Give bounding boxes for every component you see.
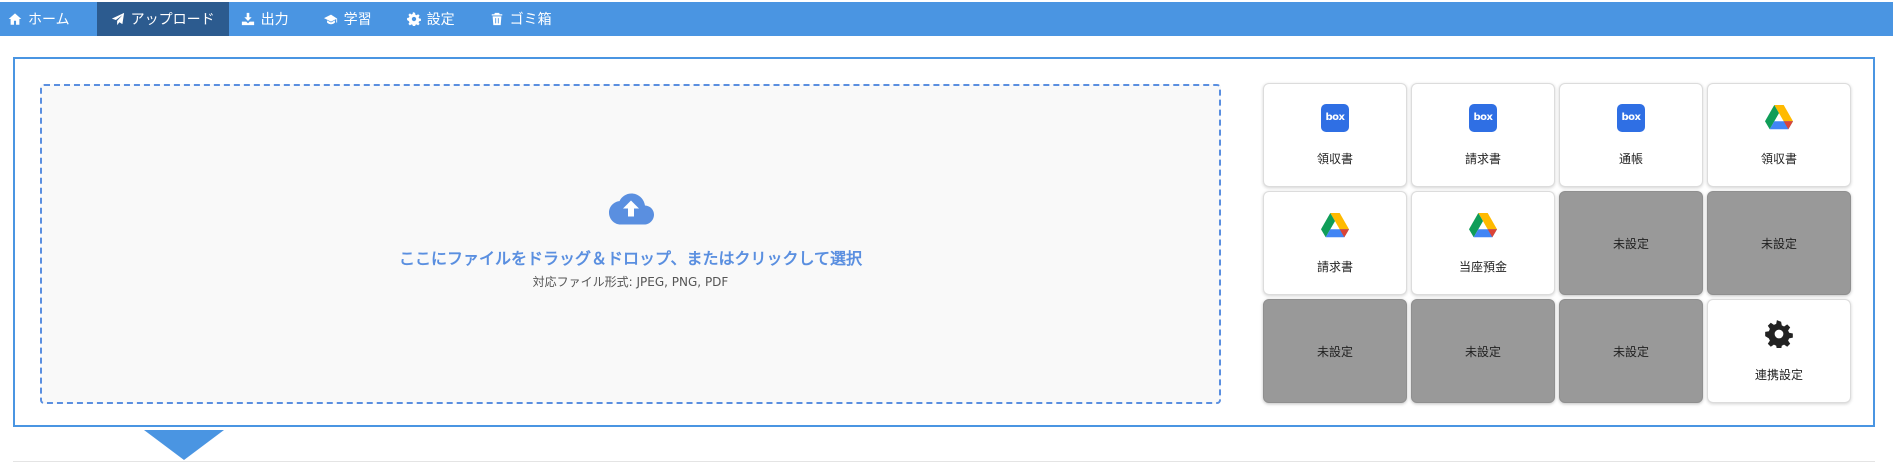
nav-output-label: 出力 <box>260 12 289 28</box>
destination-tile-grid: box 領収書 box 請求書 box 通帳 領収書 請求書 当座預金 未設定 … <box>1263 83 1857 403</box>
box-icon: box <box>1617 103 1645 132</box>
google-drive-icon <box>1321 213 1349 238</box>
dropzone-formats-text: 対応ファイル形式: JPEG, PNG, PDF <box>532 274 729 289</box>
send-icon <box>111 12 124 26</box>
tile-unset[interactable]: 未設定 <box>1263 299 1407 403</box>
nav-upload-label: アップロード <box>130 12 215 28</box>
nav-home[interactable]: ホーム <box>0 2 83 36</box>
tile-integration-settings[interactable]: 連携設定 <box>1707 299 1851 403</box>
top-nav-bar: ホーム アップロード 出力 学習 設定 ゴミ箱 <box>0 2 1893 36</box>
box-icon: box <box>1469 103 1497 132</box>
tile-gdrive-invoice[interactable]: 請求書 <box>1263 191 1407 295</box>
tile-box-invoice[interactable]: box 請求書 <box>1411 83 1555 187</box>
cloud-upload-icon <box>608 193 654 224</box>
dropzone-main-text: ここにファイルをドラッグ＆ドロップ、またはクリックして選択 <box>398 248 863 268</box>
tile-label: 請求書 <box>1464 151 1501 166</box>
google-drive-icon <box>1469 213 1497 238</box>
gear-icon <box>1765 319 1793 348</box>
tile-label: 領収書 <box>1316 151 1353 166</box>
tile-label: 通帳 <box>1618 151 1643 166</box>
divider <box>13 461 1875 462</box>
trash-icon <box>491 12 502 26</box>
tile-label: 未設定 <box>1612 344 1649 359</box>
nav-trash[interactable]: ゴミ箱 <box>482 2 565 36</box>
graduation-cap-icon <box>323 14 337 25</box>
next-step-arrow-icon <box>144 430 224 460</box>
file-dropzone[interactable]: ここにファイルをドラッグ＆ドロップ、またはクリックして選択 対応ファイル形式: … <box>40 84 1221 404</box>
tile-label: 領収書 <box>1760 151 1797 166</box>
nav-home-label: ホーム <box>28 12 70 28</box>
tile-box-passbook[interactable]: box 通帳 <box>1559 83 1703 187</box>
tile-label: 連携設定 <box>1754 367 1803 382</box>
tile-label: 請求書 <box>1316 259 1353 274</box>
nav-settings[interactable]: 設定 <box>399 2 468 36</box>
tile-label: 未設定 <box>1464 344 1501 359</box>
tile-label: 当座預金 <box>1458 259 1507 274</box>
nav-learning-label: 学習 <box>343 12 372 28</box>
nav-trash-label: ゴミ箱 <box>509 12 552 28</box>
nav-learning[interactable]: 学習 <box>316 2 385 36</box>
google-drive-icon <box>1765 105 1793 130</box>
home-icon <box>8 13 22 25</box>
tile-unset[interactable]: 未設定 <box>1707 191 1851 295</box>
tile-label: 未設定 <box>1612 236 1649 251</box>
upload-panel: ここにファイルをドラッグ＆ドロップ、またはクリックして選択 対応ファイル形式: … <box>13 57 1875 427</box>
tile-gdrive-checking[interactable]: 当座預金 <box>1411 191 1555 295</box>
tile-label: 未設定 <box>1316 344 1353 359</box>
gear-icon <box>406 12 421 26</box>
download-icon <box>241 12 254 26</box>
nav-upload[interactable]: アップロード <box>96 2 229 36</box>
tile-unset[interactable]: 未設定 <box>1559 191 1703 295</box>
box-icon: box <box>1321 103 1349 132</box>
tile-gdrive-receipt[interactable]: 領収書 <box>1707 83 1851 187</box>
tile-box-receipt[interactable]: box 領収書 <box>1263 83 1407 187</box>
tile-unset[interactable]: 未設定 <box>1559 299 1703 403</box>
nav-output[interactable]: 出力 <box>233 2 302 36</box>
tile-unset[interactable]: 未設定 <box>1411 299 1555 403</box>
nav-settings-label: 設定 <box>426 12 455 28</box>
tile-label: 未設定 <box>1760 236 1797 251</box>
